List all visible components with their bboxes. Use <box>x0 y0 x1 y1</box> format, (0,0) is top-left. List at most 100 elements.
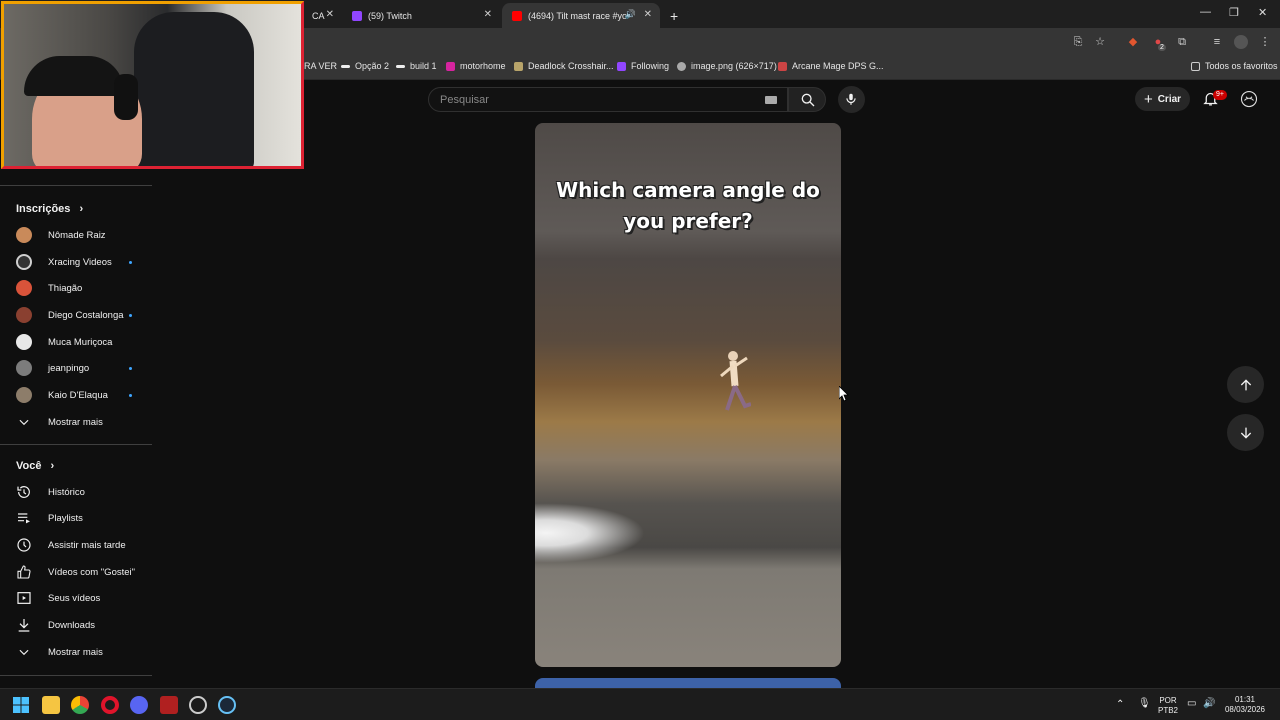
puzzle-icon[interactable]: ⧉ <box>1175 35 1189 49</box>
search-input[interactable]: Pesquisar <box>428 87 788 112</box>
bookmark-item[interactable]: Deadlock Crosshair... <box>514 61 614 71</box>
sidebar-item-history[interactable]: Histórico <box>0 479 152 505</box>
restore-icon[interactable]: ❐ <box>1229 6 1239 19</box>
sidebar-item-show-more[interactable]: Mostrar mais <box>0 639 152 665</box>
os-taskbar: ⌃ POR PTB2 🎙 ▭ 🔊 01:31 08/03/2026 <box>0 688 1280 720</box>
plus-icon: + <box>1143 90 1153 108</box>
tab-twitch[interactable]: (59) Twitch ✕ <box>342 3 500 28</box>
opera-icon[interactable] <box>101 696 119 714</box>
channel-avatar <box>16 254 32 270</box>
channel-avatar <box>16 387 32 403</box>
channel-avatar <box>16 307 32 323</box>
bookmark-item[interactable]: build 1 <box>396 61 437 71</box>
keyboard-icon[interactable] <box>765 96 777 104</box>
install-app-icon[interactable]: ⎘ <box>1071 35 1085 49</box>
create-label: Criar <box>1157 93 1182 105</box>
tab-youtube-active[interactable]: (4694) Tilt mast race #youtu 🔊 ✕ <box>502 3 660 28</box>
create-button[interactable]: + Criar <box>1135 87 1190 111</box>
minimize-icon[interactable]: — <box>1200 6 1211 18</box>
webcam-overlay <box>1 1 304 169</box>
media-control-icon[interactable]: ≡ <box>1210 35 1224 49</box>
extension-fox-icon[interactable]: ◆ <box>1126 35 1140 49</box>
chevron-right-icon: › <box>79 203 84 215</box>
speaker-icon[interactable]: 🔊 <box>625 9 636 20</box>
previous-short-button[interactable] <box>1227 366 1264 403</box>
display-icon[interactable]: ▭ <box>1187 699 1196 709</box>
sidebar-item-subscription[interactable]: Nômade Raiz <box>0 222 152 248</box>
search-icon <box>801 93 815 107</box>
steam-icon[interactable] <box>218 696 236 714</box>
webcam-chair <box>134 12 254 166</box>
app-icon[interactable] <box>160 696 178 714</box>
webcam-headset <box>114 74 138 120</box>
subscriptions-title[interactable]: Inscrições › <box>16 203 83 215</box>
avatar[interactable] <box>1240 90 1258 108</box>
close-icon[interactable]: ✕ <box>484 9 492 20</box>
bookmark-item[interactable]: Following <box>617 61 669 71</box>
bookmark-item[interactable]: Opção 2 <box>341 61 389 71</box>
notification-badge: 9+ <box>1213 90 1227 100</box>
bookmark-icon <box>514 61 523 71</box>
volume-icon[interactable]: 🔊 <box>1203 699 1215 709</box>
divider <box>0 185 152 186</box>
voice-search-button[interactable] <box>838 86 865 113</box>
mic-icon[interactable]: 🎙 <box>1138 699 1151 709</box>
sidebar-item-subscription[interactable]: Diego Costalonga <box>0 302 152 328</box>
extension-badge: 2 <box>1158 44 1166 51</box>
bookmark-item[interactable]: Arcane Mage DPS G... <box>778 61 884 71</box>
bookmark-icon <box>396 64 405 68</box>
new-content-dot <box>129 260 132 264</box>
clock-icon <box>16 537 32 553</box>
sidebar-item-liked-videos[interactable]: Vídeos com "Gostei" <box>0 559 152 585</box>
you-title[interactable]: Você › <box>16 460 54 472</box>
sidebar-item-show-more[interactable]: Mostrar mais <box>0 409 152 435</box>
play-square-icon <box>16 590 32 606</box>
download-icon <box>16 617 32 633</box>
sidebar-item-subscription[interactable]: Xracing Videos <box>0 249 152 275</box>
instagram-icon <box>446 61 455 71</box>
new-tab-button[interactable]: + <box>660 3 684 28</box>
plus-icon: + <box>670 7 679 24</box>
wave-splash <box>535 503 645 563</box>
chevron-right-icon: › <box>50 460 55 472</box>
clock[interactable]: 01:31 08/03/2026 <box>1222 695 1268 715</box>
menu-kebab-icon[interactable]: ⋮ <box>1258 35 1272 49</box>
all-bookmarks-folder[interactable]: Todos os favoritos <box>1191 61 1278 71</box>
mic-icon <box>846 93 856 105</box>
profile-icon[interactable] <box>1234 35 1248 49</box>
short-video-player[interactable]: Which camera angle do you prefer? <box>535 123 841 667</box>
channel-avatar <box>16 334 32 350</box>
sidebar-item-watch-later[interactable]: Assistir mais tarde <box>0 532 152 558</box>
star-icon[interactable]: ☆ <box>1093 35 1107 49</box>
close-icon[interactable]: ✕ <box>644 9 652 20</box>
search-button[interactable] <box>788 87 826 112</box>
language-indicator[interactable]: POR PTB2 <box>1154 696 1182 716</box>
arrow-up-icon <box>1240 378 1251 390</box>
channel-avatar <box>16 360 32 376</box>
sidebar-item-your-videos[interactable]: Seus vídeos <box>0 585 152 611</box>
sidebar-item-downloads[interactable]: Downloads <box>0 612 152 638</box>
file-explorer-icon[interactable] <box>42 696 60 714</box>
divider <box>0 675 152 676</box>
close-window-icon[interactable]: ✕ <box>1258 6 1267 19</box>
sidebar-item-subscription[interactable]: jeanpingo <box>0 355 152 381</box>
bookmark-icon <box>778 61 787 71</box>
app-icon[interactable] <box>189 696 207 714</box>
sidebar-item-playlists[interactable]: Playlists <box>0 505 152 531</box>
chevron-up-icon[interactable]: ⌃ <box>1116 700 1124 710</box>
bookmark-item[interactable]: RA VER <box>304 61 337 71</box>
bookmark-item[interactable]: motorhome <box>446 61 506 71</box>
windows-start-icon[interactable] <box>12 696 30 714</box>
bookmark-item[interactable]: image.png (626×717) <box>677 61 777 71</box>
chrome-icon[interactable] <box>71 696 89 714</box>
sidebar-item-subscription[interactable]: Muca Muriçoca <box>0 329 152 355</box>
close-icon[interactable]: ✕ <box>326 9 334 20</box>
new-content-dot <box>129 366 132 370</box>
new-content-dot <box>129 313 132 317</box>
next-short-button[interactable] <box>1227 414 1264 451</box>
sidebar-item-subscription[interactable]: Thiagão <box>0 275 152 301</box>
discord-icon[interactable] <box>130 696 148 714</box>
search-placeholder: Pesquisar <box>440 94 489 106</box>
sidebar-item-subscription[interactable]: Kaio D'Elaqua <box>0 382 152 408</box>
tab-label: CA <box>312 10 325 21</box>
